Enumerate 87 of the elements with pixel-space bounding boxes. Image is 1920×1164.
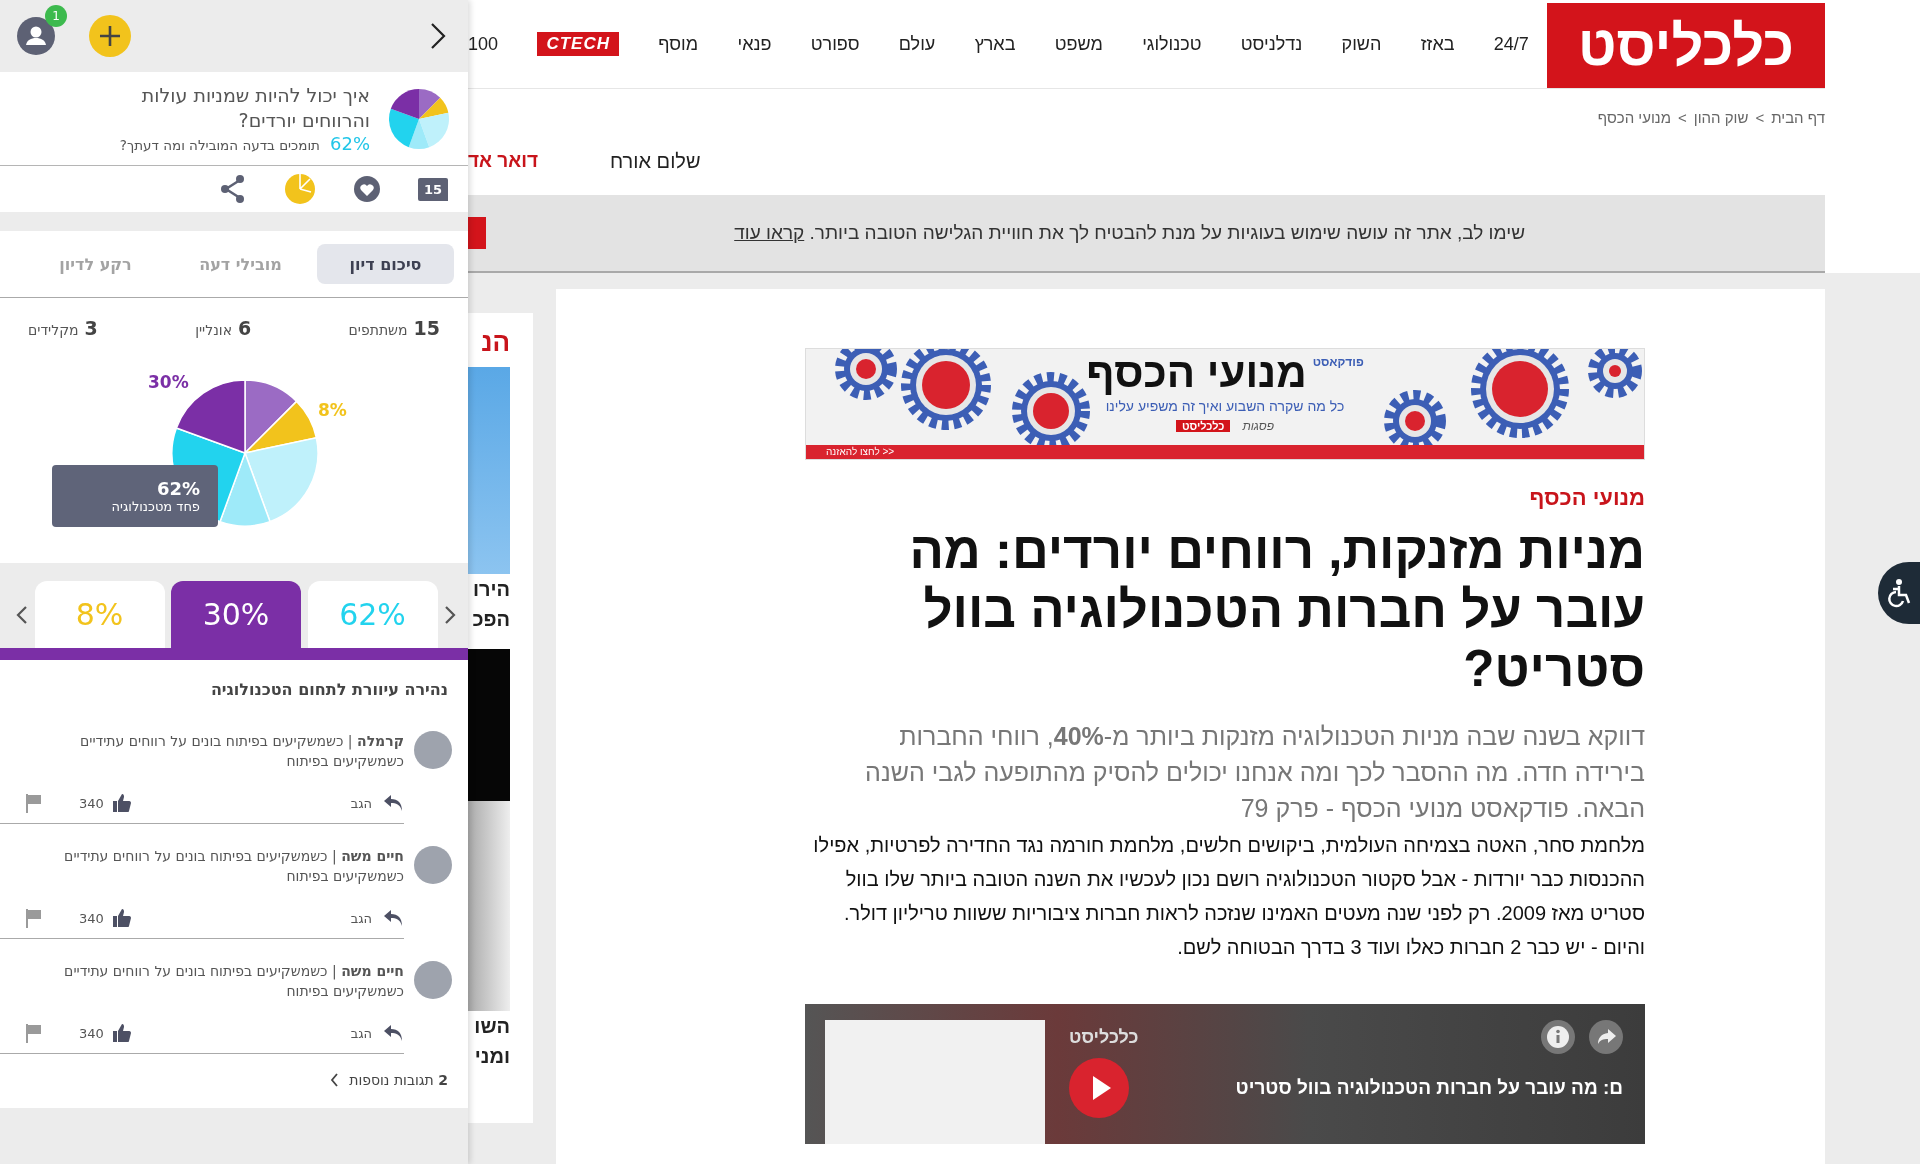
brand-logo: כלכליסט: [1175, 420, 1231, 432]
nav-link[interactable]: משפט: [1054, 33, 1103, 55]
greeting-text: שלום אורח: [610, 149, 701, 173]
nav-link[interactable]: מוסף: [658, 33, 699, 55]
site-logo[interactable]: כלכליסט: [1547, 3, 1825, 88]
discussion-question[interactable]: איך יכול להיות שמניות עולות והרווחים יורדים?: [90, 83, 370, 133]
stat-label: מקלידים: [28, 322, 79, 338]
article-title: מניות מזנקות, רווחים יורדים: מה עובר על חברות הטכנולוגיה בוול סטריט?: [908, 521, 1645, 698]
comment-text: חיים משה | כשמשקיעים בפיתוח בונים על רווחים עתידיים כשמשקיעים בפיתוח: [63, 962, 404, 1001]
info-icon[interactable]: [1541, 1020, 1575, 1054]
chevron-right-icon[interactable]: [430, 22, 446, 50]
nav-link[interactable]: טכנולוגי: [1142, 33, 1202, 55]
opinion-title: נהירה עיוורת לתחום הטכנולוגיה: [209, 680, 449, 699]
accessibility-icon: [1886, 578, 1912, 608]
breadcrumb-separator: >: [1677, 109, 1687, 128]
nav-link[interactable]: עולם: [898, 33, 936, 55]
headline-text[interactable]: הירו: [468, 574, 510, 604]
percentage-label: 30%: [148, 372, 189, 392]
stat-label: אונליין: [195, 322, 232, 338]
nav-link[interactable]: בארץ: [974, 33, 1016, 55]
pie-chart-icon: [388, 87, 450, 150]
percentage-label: 8%: [318, 400, 347, 420]
accessibility-button[interactable]: [1878, 562, 1920, 624]
stat-value: 15: [413, 317, 440, 339]
stat-label: משתתפים: [348, 322, 408, 338]
user-icon[interactable]: [17, 17, 55, 55]
article-body: מלחמת סחר, האטה בצמיחה העולמית, ביקושים חלשים, מלחמת חורמה נגד החדירה לפרטיות, אפילו ההכנסות כבר יורדות - אבל סקטור הטכנולוגיה רושם נכון לעכשיו את השנה הטובה ביותר שלו בוול סטריט מאז 2009. רק לפני שנה מעטים האמינו שנזכה לראות חברות ציבוריות ששוות טריליון דולר. והיום - יש כבר 2 חברות כאלו ועוד 3 בדרך הבטוחה לשם.: [812, 833, 1645, 960]
section-heading: הנ: [480, 327, 510, 359]
cookie-notice: שימו לב, אתר זה עושה שימוש בעוגיות על מנת להבטיח לך את חוויית הגלישה הטובה ביותר. קראו עוד: [734, 222, 1525, 243]
flag-icon[interactable]: [25, 793, 43, 813]
comment-text: חיים משה | כשמשקיעים בפיתוח בונים על רווחים עתידיים כשמשקיעים בפיתוח: [63, 847, 404, 886]
breadcrumb-link[interactable]: מנועי הכסף: [1597, 109, 1671, 139]
like-count: 340: [79, 795, 104, 811]
nav-link[interactable]: נדלניסט: [1240, 33, 1303, 55]
panel-tab[interactable]: סיכום דיון: [317, 244, 454, 284]
chevron-right-icon[interactable]: [444, 604, 456, 625]
reply-link[interactable]: הגב: [350, 910, 372, 926]
episode-title: ם: מה עובר על חברות הטכנולוגיה בוול סטריט: [1234, 1077, 1623, 1099]
headline-text[interactable]: השו: [468, 1011, 510, 1041]
headline-text[interactable]: ומני: [468, 1041, 510, 1071]
opinion-tab[interactable]: 30%: [171, 581, 301, 648]
stat-value: 3: [84, 317, 98, 339]
flag-icon[interactable]: [25, 908, 43, 928]
share-icon[interactable]: [1589, 1020, 1623, 1054]
breadcrumb-link[interactable]: דף הבית: [1771, 109, 1825, 139]
headline-text[interactable]: הפכ: [468, 604, 510, 634]
like-count: 340: [79, 910, 104, 926]
nav-link[interactable]: 24/7: [1493, 33, 1529, 55]
like-count: 340: [79, 1025, 104, 1041]
podcast-title: מנועי הכסף: [1086, 349, 1307, 397]
support-prompt: תומכים בדעה המובילה ומה דעתך?: [119, 137, 320, 153]
breadcrumb-separator: >: [1755, 109, 1765, 128]
channel-name: כלכליסט: [1069, 1026, 1139, 1048]
reply-link[interactable]: הגב: [350, 1025, 372, 1041]
category-link[interactable]: מנועי הכסף: [805, 485, 1645, 511]
chevron-left-icon[interactable]: [16, 604, 28, 625]
reply-link[interactable]: הגב: [350, 795, 372, 811]
tooltip-value: 62%: [156, 478, 200, 499]
sponsor-logo: פסגות: [1242, 419, 1275, 433]
section-logo[interactable]: CTECH: [537, 32, 619, 56]
reply-icon[interactable]: [382, 1023, 404, 1043]
podcast-tagline: כל מה שקרה השבוע ואיך זה משפיע עלינו: [1105, 397, 1345, 415]
add-button[interactable]: [89, 15, 131, 57]
read-more-link[interactable]: קראו עוד: [734, 222, 805, 243]
comments-button[interactable]: 15: [417, 177, 448, 201]
nav-link[interactable]: פנאי: [737, 33, 772, 55]
podcast-label: פודקאסט: [1312, 355, 1364, 369]
nav-link[interactable]: השוק: [1341, 33, 1382, 55]
nav-link[interactable]: באזז: [1420, 33, 1455, 55]
support-percentage: 62%: [330, 133, 370, 154]
reply-icon[interactable]: [382, 908, 404, 928]
breadcrumb-link[interactable]: שוק ההון: [1693, 109, 1749, 139]
play-button[interactable]: [1069, 1058, 1129, 1118]
comment-text: קרמלה | כשמשקיעים בפיתוח בונים על רווחים עתידיים כשמשקיעים בפיתוח: [79, 732, 404, 771]
listen-link[interactable]: לחצו להאזנה >>: [826, 446, 895, 458]
flag-icon[interactable]: [25, 1023, 43, 1043]
tooltip-label: פחד מטכנולוגיה: [111, 499, 200, 514]
nav-link[interactable]: ספורט: [810, 33, 860, 55]
notification-badge: 1: [45, 5, 67, 27]
mail-link[interactable]: דואר אד: [468, 150, 538, 172]
reply-icon[interactable]: [382, 793, 404, 813]
thumbs-up-icon[interactable]: [111, 1023, 132, 1043]
nav-link[interactable]: 100: [468, 33, 499, 55]
chevron-left-icon[interactable]: [330, 1073, 340, 1087]
thumbs-up-icon[interactable]: [111, 793, 132, 813]
thumbs-up-icon[interactable]: [111, 908, 132, 928]
stat-value: 6: [238, 317, 252, 339]
